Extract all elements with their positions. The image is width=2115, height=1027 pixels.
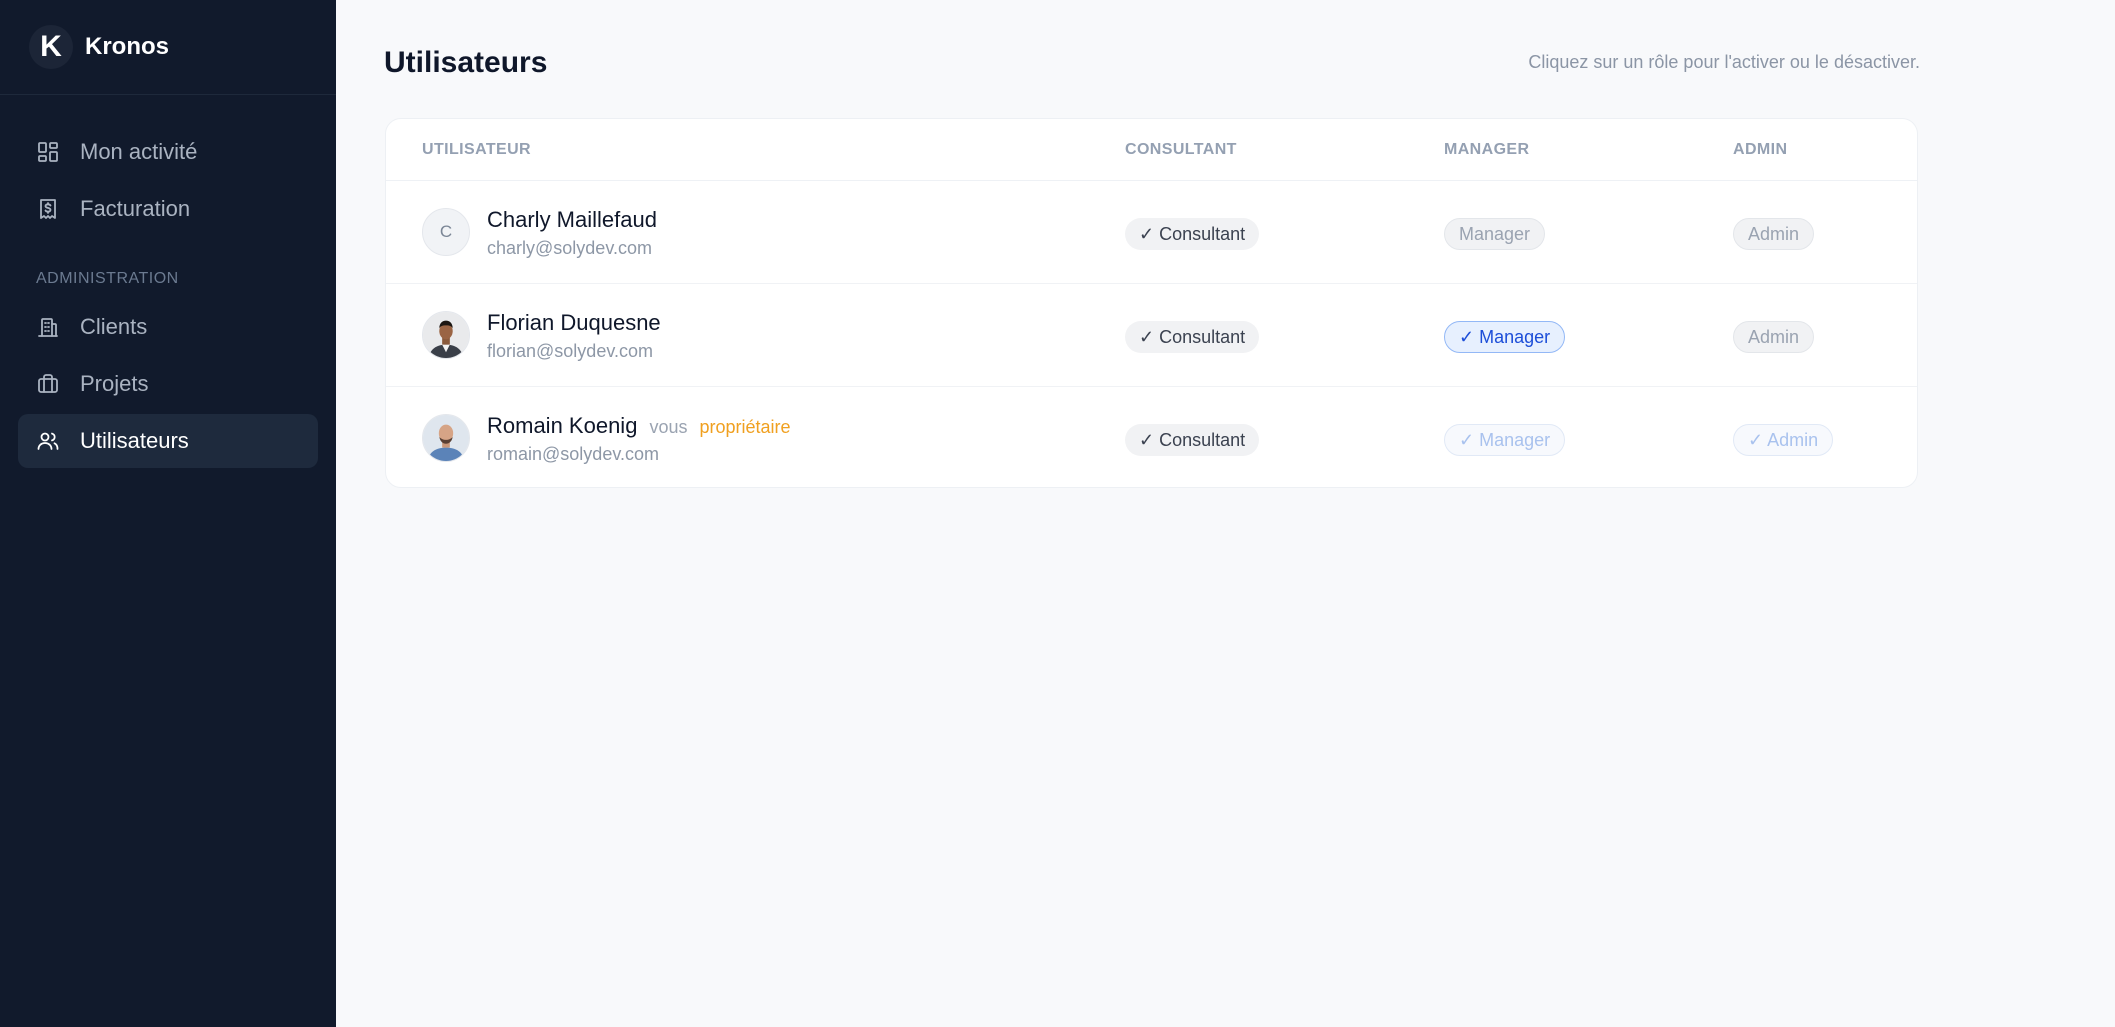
sidebar-item-utilisateurs[interactable]: Utilisateurs xyxy=(18,414,318,468)
avatar xyxy=(422,414,470,462)
avatar xyxy=(422,311,470,359)
column-header-user: UTILISATEUR xyxy=(422,141,531,158)
sidebar-item-label: Clients xyxy=(80,314,148,339)
sidebar-nav: Mon activité Facturation ADMINISTRATION … xyxy=(0,95,336,468)
sidebar-item-clients[interactable]: Clients xyxy=(18,300,318,354)
user-name-line: Florian Duquesne xyxy=(487,310,661,336)
user-name: Charly Maillefaud xyxy=(487,207,657,232)
table-row: C Charly Maillefaud charly@solydev.com ✓… xyxy=(386,181,1917,284)
sidebar: K Kronos Mon activité Facturation ADMINI… xyxy=(0,0,336,1027)
page-hint: Cliquez sur un rôle pour l'activer ou le… xyxy=(1528,52,1920,72)
table-row: Florian Duquesne florian@solydev.com ✓ C… xyxy=(386,284,1917,387)
user-email: florian@solydev.com xyxy=(487,341,653,361)
sidebar-item-label: Mon activité xyxy=(80,139,198,164)
user-name-line: Charly Maillefaud xyxy=(487,207,657,233)
role-toggle-admin[interactable]: Admin xyxy=(1733,218,1815,250)
avatar: C xyxy=(422,208,470,256)
table-row: Romain Koenig vous propriétaire romain@s… xyxy=(386,387,1917,487)
role-toggle-consultant[interactable]: ✓ Consultant xyxy=(1125,321,1260,353)
dashboard-icon xyxy=(36,140,60,164)
column-header-manager: MANAGER xyxy=(1444,141,1530,158)
users-icon xyxy=(36,429,60,453)
brand[interactable]: K Kronos xyxy=(0,0,336,95)
role-toggle-manager[interactable]: ✓ Manager xyxy=(1444,321,1566,353)
invoice-icon xyxy=(36,197,60,221)
user-email: romain@solydev.com xyxy=(487,444,659,464)
brand-name: Kronos xyxy=(85,33,169,60)
role-toggle-manager: ✓ Manager xyxy=(1444,424,1566,456)
user-photo-icon xyxy=(423,415,469,461)
user-name: Romain Koenig xyxy=(487,413,638,438)
user-photo-icon xyxy=(423,312,469,358)
role-toggle-admin[interactable]: Admin xyxy=(1733,321,1815,353)
brand-logo: K xyxy=(29,25,73,69)
role-toggle-consultant[interactable]: ✓ Consultant xyxy=(1125,424,1260,456)
role-toggle-manager[interactable]: Manager xyxy=(1444,218,1546,250)
briefcase-icon xyxy=(36,372,60,396)
page-title: Utilisateurs xyxy=(384,46,548,79)
building-icon xyxy=(36,315,60,339)
sidebar-item-facturation[interactable]: Facturation xyxy=(18,182,318,236)
sidebar-item-label: Projets xyxy=(80,371,149,396)
sidebar-section-administration: ADMINISTRATION xyxy=(36,270,179,287)
main-content: Utilisateurs Cliquez sur un rôle pour l'… xyxy=(336,0,2115,1027)
table-header: UTILISATEUR CONSULTANT MANAGER ADMIN xyxy=(386,119,1917,181)
user-name-line: Romain Koenig vous propriétaire xyxy=(487,413,791,439)
role-toggle-consultant[interactable]: ✓ Consultant xyxy=(1125,218,1260,250)
column-header-admin: ADMIN xyxy=(1733,141,1788,158)
sidebar-item-label: Utilisateurs xyxy=(80,428,189,453)
sidebar-item-mon-activite[interactable]: Mon activité xyxy=(18,125,318,179)
user-name: Florian Duquesne xyxy=(487,310,661,335)
user-email: charly@solydev.com xyxy=(487,238,652,258)
column-header-consultant: CONSULTANT xyxy=(1125,141,1237,158)
sidebar-item-projets[interactable]: Projets xyxy=(18,357,318,411)
users-table: UTILISATEUR CONSULTANT MANAGER ADMIN C C… xyxy=(385,118,1918,488)
role-toggle-admin: ✓ Admin xyxy=(1733,424,1834,456)
owner-badge: propriétaire xyxy=(699,417,791,437)
sidebar-item-label: Facturation xyxy=(80,196,191,221)
you-tag: vous xyxy=(649,417,688,437)
